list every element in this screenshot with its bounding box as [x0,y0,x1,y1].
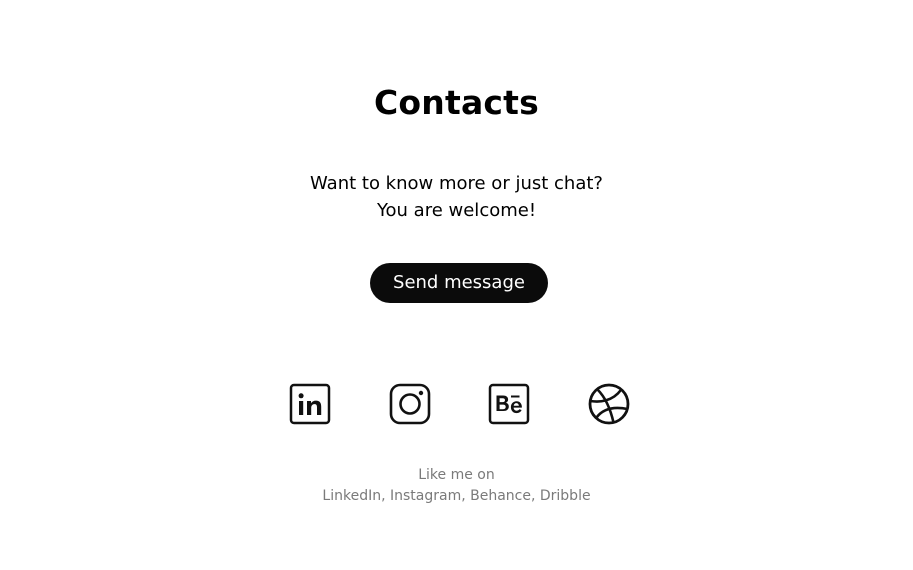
intro-line-2: You are welcome! [376,200,537,221]
dribbble-link[interactable] [587,382,631,426]
behance-icon [488,383,530,425]
social-links [0,382,913,426]
instagram-icon [389,383,431,425]
intro-text: Want to know more or just chat? You are … [0,170,913,224]
page-title: Contacts [373,83,539,122]
instagram-link[interactable] [388,382,432,426]
intro-line-1: Want to know more or just chat? [310,173,603,194]
dribbble-icon [588,383,630,425]
linkedin-icon [289,383,331,425]
contacts-section: Contacts Want to know more or just chat?… [0,0,913,570]
social-caption-line-1: Like me on [418,467,495,483]
behance-link[interactable] [487,382,531,426]
social-caption-line-2: LinkedIn, Instagram, Behance, Dribble [322,488,591,504]
social-caption: Like me on LinkedIn, Instagram, Behance,… [0,465,913,507]
linkedin-link[interactable] [288,382,332,426]
send-message-button[interactable]: Send message [370,263,548,303]
